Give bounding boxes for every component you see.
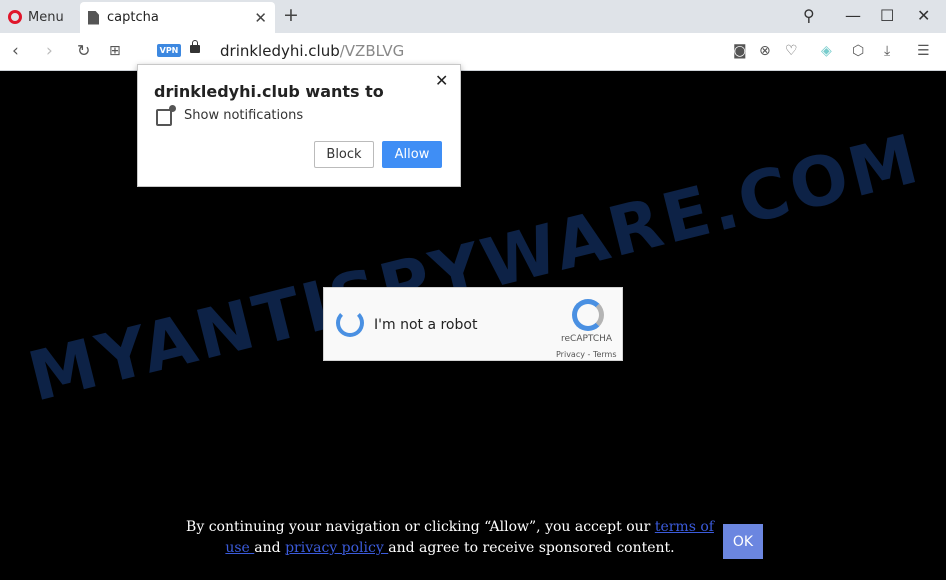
url-host: drinkledyhi.club: [220, 42, 340, 60]
consent-before: By continuing your navigation or clickin…: [186, 519, 655, 535]
popup-title: drinkledyhi.club wants to: [154, 82, 384, 101]
recaptcha-widget[interactable]: I'm not a robot reCAPTCHA Privacy - Term…: [323, 287, 623, 361]
close-window-icon[interactable]: ✕: [917, 6, 930, 25]
notification-icon: [156, 105, 176, 126]
search-icon[interactable]: ⚲: [803, 6, 815, 25]
opera-logo-icon: [8, 10, 22, 24]
vpn-badge[interactable]: VPN: [157, 44, 181, 57]
captcha-label: I'm not a robot: [374, 317, 478, 333]
forward-icon[interactable]: ›: [46, 41, 53, 61]
captcha-links[interactable]: Privacy - Terms: [556, 350, 617, 359]
easy-setup-icon[interactable]: ☰: [917, 43, 930, 59]
minimize-icon[interactable]: —: [845, 6, 861, 25]
new-tab-icon[interactable]: +: [283, 4, 299, 26]
maximize-icon[interactable]: ☐: [880, 6, 894, 25]
url-field[interactable]: drinkledyhi.club/VZBLVG: [220, 42, 404, 60]
consent-middle: and: [254, 540, 286, 556]
opera-menu-button[interactable]: Menu: [8, 6, 64, 28]
allow-button[interactable]: Allow: [382, 141, 442, 168]
camera-icon[interactable]: ◙: [733, 43, 747, 59]
close-popup-icon[interactable]: ✕: [435, 71, 448, 90]
reload-icon[interactable]: ↻: [77, 41, 90, 60]
captcha-brand: reCAPTCHA: [561, 334, 613, 344]
block-button[interactable]: Block: [314, 141, 374, 168]
tab-captcha[interactable]: captcha ✕: [80, 2, 275, 33]
document-icon: [88, 10, 99, 25]
adblock-icon[interactable]: ⊗: [759, 43, 771, 59]
consent-after: and agree to receive sponsored content.: [388, 540, 675, 556]
speed-dial-icon[interactable]: ⊞: [109, 43, 121, 59]
recaptcha-logo-icon: [572, 299, 604, 331]
consent-text: By continuing your navigation or clickin…: [185, 517, 715, 559]
wallet-icon[interactable]: ◈: [821, 43, 832, 59]
ok-button[interactable]: OK: [723, 524, 763, 559]
heart-icon[interactable]: ♡: [785, 43, 798, 59]
menu-label: Menu: [28, 9, 64, 25]
close-tab-icon[interactable]: ✕: [254, 9, 267, 27]
download-icon[interactable]: ⤓: [884, 43, 890, 59]
tab-strip: Menu captcha ✕ + ⚲ — ☐ ✕: [0, 0, 946, 33]
privacy-link[interactable]: privacy policy: [285, 540, 388, 556]
back-icon[interactable]: ‹: [12, 41, 19, 61]
cube-icon[interactable]: ⬡: [852, 43, 864, 59]
lock-icon[interactable]: [190, 40, 200, 53]
permission-label: Show notifications: [184, 108, 304, 123]
notification-permission-popup: drinkledyhi.club wants to ✕ Show notific…: [137, 64, 461, 187]
url-path: /VZBLVG: [339, 42, 405, 60]
spinner-icon[interactable]: [336, 309, 364, 337]
tab-title: captcha: [107, 10, 159, 25]
